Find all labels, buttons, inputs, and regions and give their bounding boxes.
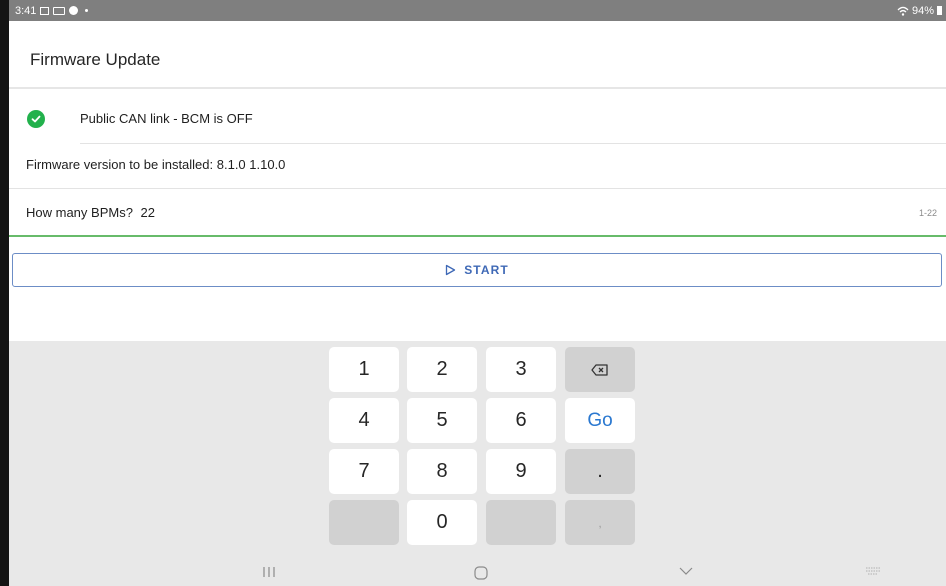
app-window: 3:41 94% Firmware Update Public CAN link…	[9, 0, 946, 586]
comma-key-label: ,	[598, 515, 602, 530]
wifi-icon	[897, 6, 909, 16]
status-time: 3:41	[15, 4, 37, 17]
input-focus-underline	[9, 235, 946, 237]
row-divider	[80, 143, 946, 144]
firmware-version-text: Firmware version to be installed: 8.1.0 …	[26, 157, 286, 172]
start-button[interactable]: START	[12, 253, 942, 287]
status-bar: 3:41 94%	[9, 0, 946, 21]
blank-key-left[interactable]	[329, 500, 399, 545]
key-8[interactable]: 8	[407, 449, 477, 494]
key-5[interactable]: 5	[407, 398, 477, 443]
bpms-label: How many BPMs?	[26, 205, 133, 220]
start-button-label: START	[464, 263, 509, 277]
recents-button[interactable]	[262, 566, 276, 578]
more-notifications-icon	[85, 9, 89, 12]
bpms-field[interactable]: How many BPMs? 22	[26, 205, 155, 220]
page-title: Firmware Update	[30, 50, 161, 69]
key-7[interactable]: 7	[329, 449, 399, 494]
status-left: 3:41	[15, 0, 89, 21]
link-status-text: Public CAN link - BCM is OFF	[80, 111, 253, 126]
gallery-notification-icon	[40, 6, 50, 15]
go-key[interactable]: Go	[565, 398, 635, 443]
back-button[interactable]	[679, 566, 693, 576]
backspace-key[interactable]	[565, 347, 635, 392]
status-right: 94%	[897, 0, 942, 21]
key-3[interactable]: 3	[486, 347, 556, 392]
app-header: Firmware Update	[9, 21, 946, 89]
numeric-keyboard: 1 2 3 4 5 6 Go 7 8 9 . 0 ,	[9, 341, 946, 586]
back-icon	[679, 567, 693, 575]
battery-icon	[937, 6, 942, 15]
play-outline-icon	[446, 264, 456, 276]
backspace-icon	[591, 363, 608, 376]
recents-icon	[263, 567, 275, 577]
key-4[interactable]: 4	[329, 398, 399, 443]
key-2[interactable]: 2	[407, 347, 477, 392]
dot-key[interactable]: .	[565, 449, 635, 494]
bpms-range-hint: 1-22	[918, 208, 937, 218]
home-icon	[474, 566, 488, 580]
blank-key-right[interactable]	[486, 500, 556, 545]
device-frame-edge	[0, 0, 9, 586]
keyboard-toggle-icon	[866, 567, 880, 575]
keyboard-toggle-button[interactable]	[865, 566, 881, 576]
bpms-input-value[interactable]: 22	[141, 205, 155, 220]
battery-percent: 94%	[911, 4, 934, 17]
key-6[interactable]: 6	[486, 398, 556, 443]
key-0[interactable]: 0	[407, 500, 477, 545]
check-circle-icon	[27, 110, 45, 128]
home-button[interactable]	[474, 566, 488, 580]
key-1[interactable]: 1	[329, 347, 399, 392]
key-9[interactable]: 9	[486, 449, 556, 494]
message-notification-icon	[53, 6, 66, 15]
spotify-notification-icon	[69, 6, 79, 15]
comma-key[interactable]: ,	[565, 500, 635, 545]
row-divider	[9, 188, 946, 189]
